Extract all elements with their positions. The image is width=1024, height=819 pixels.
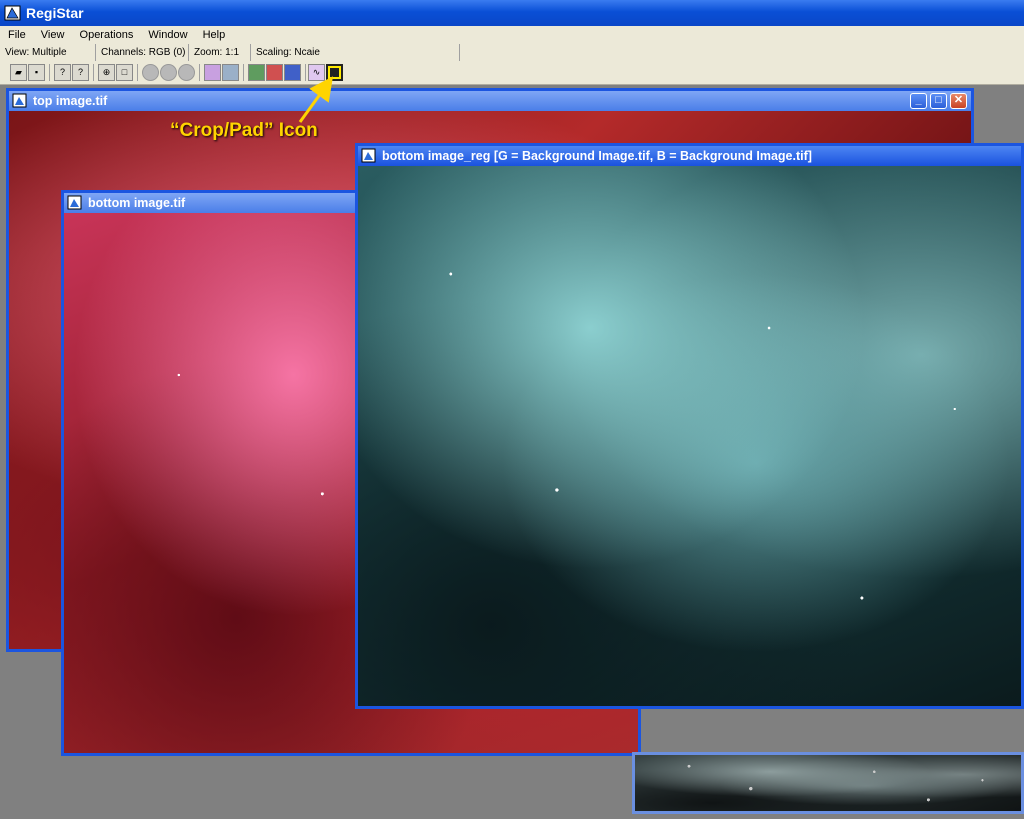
status-view: View: Multiple (0, 44, 96, 61)
status-scaling: Scaling: Ncaie (251, 44, 460, 61)
app-title: RegiStar (26, 5, 84, 21)
status-channels: Channels: RGB (0) (96, 44, 189, 61)
status-zoom: Zoom: 1:1 (189, 44, 251, 61)
app-titlebar: RegiStar (0, 0, 1024, 26)
register-icon[interactable] (204, 64, 221, 81)
document-icon (361, 148, 376, 163)
window-bottom-image-reg-title: bottom image_reg [G = Background Image.t… (382, 149, 812, 163)
document-icon (67, 195, 82, 210)
maximize-button[interactable]: □ (930, 93, 947, 109)
circle-2-icon[interactable] (160, 64, 177, 81)
crop-pad-annotation: “Crop/Pad” Icon (170, 120, 318, 141)
background-image-canvas[interactable] (635, 755, 1021, 811)
toolbar-separator (243, 64, 244, 81)
zoom-icon[interactable]: ⊕ (98, 64, 115, 81)
open-icon[interactable]: ▰ (10, 64, 27, 81)
status-row-fill (460, 44, 1024, 61)
window-bottom-image-reg-titlebar[interactable]: bottom image_reg [G = Background Image.t… (358, 146, 1021, 166)
status-row: View: Multiple Channels: RGB (0) Zoom: 1… (0, 44, 460, 61)
color-icon[interactable] (266, 64, 283, 81)
toolbar-separator (199, 64, 200, 81)
menu-view[interactable]: View (41, 29, 65, 41)
window-top-image-title: top image.tif (33, 94, 108, 108)
menu-help[interactable]: Help (203, 29, 226, 41)
minimize-button[interactable]: _ (910, 93, 927, 109)
save-icon[interactable]: ▪ (28, 64, 45, 81)
curve-icon[interactable]: ∿ (308, 64, 325, 81)
crop-pad-icon[interactable] (326, 64, 343, 81)
grid-icon[interactable] (222, 64, 239, 81)
menu-operations[interactable]: Operations (80, 29, 134, 41)
toolbar-separator (305, 64, 306, 81)
combine-icon[interactable] (248, 64, 265, 81)
menu-file[interactable]: File (8, 29, 26, 41)
circle-1-icon[interactable] (142, 64, 159, 81)
toolbar-separator (93, 64, 94, 81)
toolbar: ▰ ▪ ? ? ⊕ □ ∿ (0, 61, 1024, 85)
context-help-icon[interactable]: ? (72, 64, 89, 81)
menu-bar: File View Operations Window Help (0, 26, 1024, 44)
circle-3-icon[interactable] (178, 64, 195, 81)
close-button[interactable]: ✕ (950, 93, 967, 109)
toolbar-separator (49, 64, 50, 81)
window-bottom-image-title: bottom image.tif (88, 196, 186, 210)
menu-window[interactable]: Window (148, 29, 187, 41)
document-icon (12, 93, 27, 108)
window-bottom-image-reg[interactable]: bottom image_reg [G = Background Image.t… (355, 143, 1024, 709)
window-background-image[interactable] (632, 752, 1024, 814)
fit-icon[interactable]: □ (116, 64, 133, 81)
toolbar-separator (137, 64, 138, 81)
channel-icon[interactable] (284, 64, 301, 81)
help-icon[interactable]: ? (54, 64, 71, 81)
registar-app-icon (4, 5, 21, 21)
window-top-image-titlebar[interactable]: top image.tif _ □ ✕ (9, 91, 971, 111)
bottom-image-reg-canvas[interactable] (358, 166, 1021, 706)
